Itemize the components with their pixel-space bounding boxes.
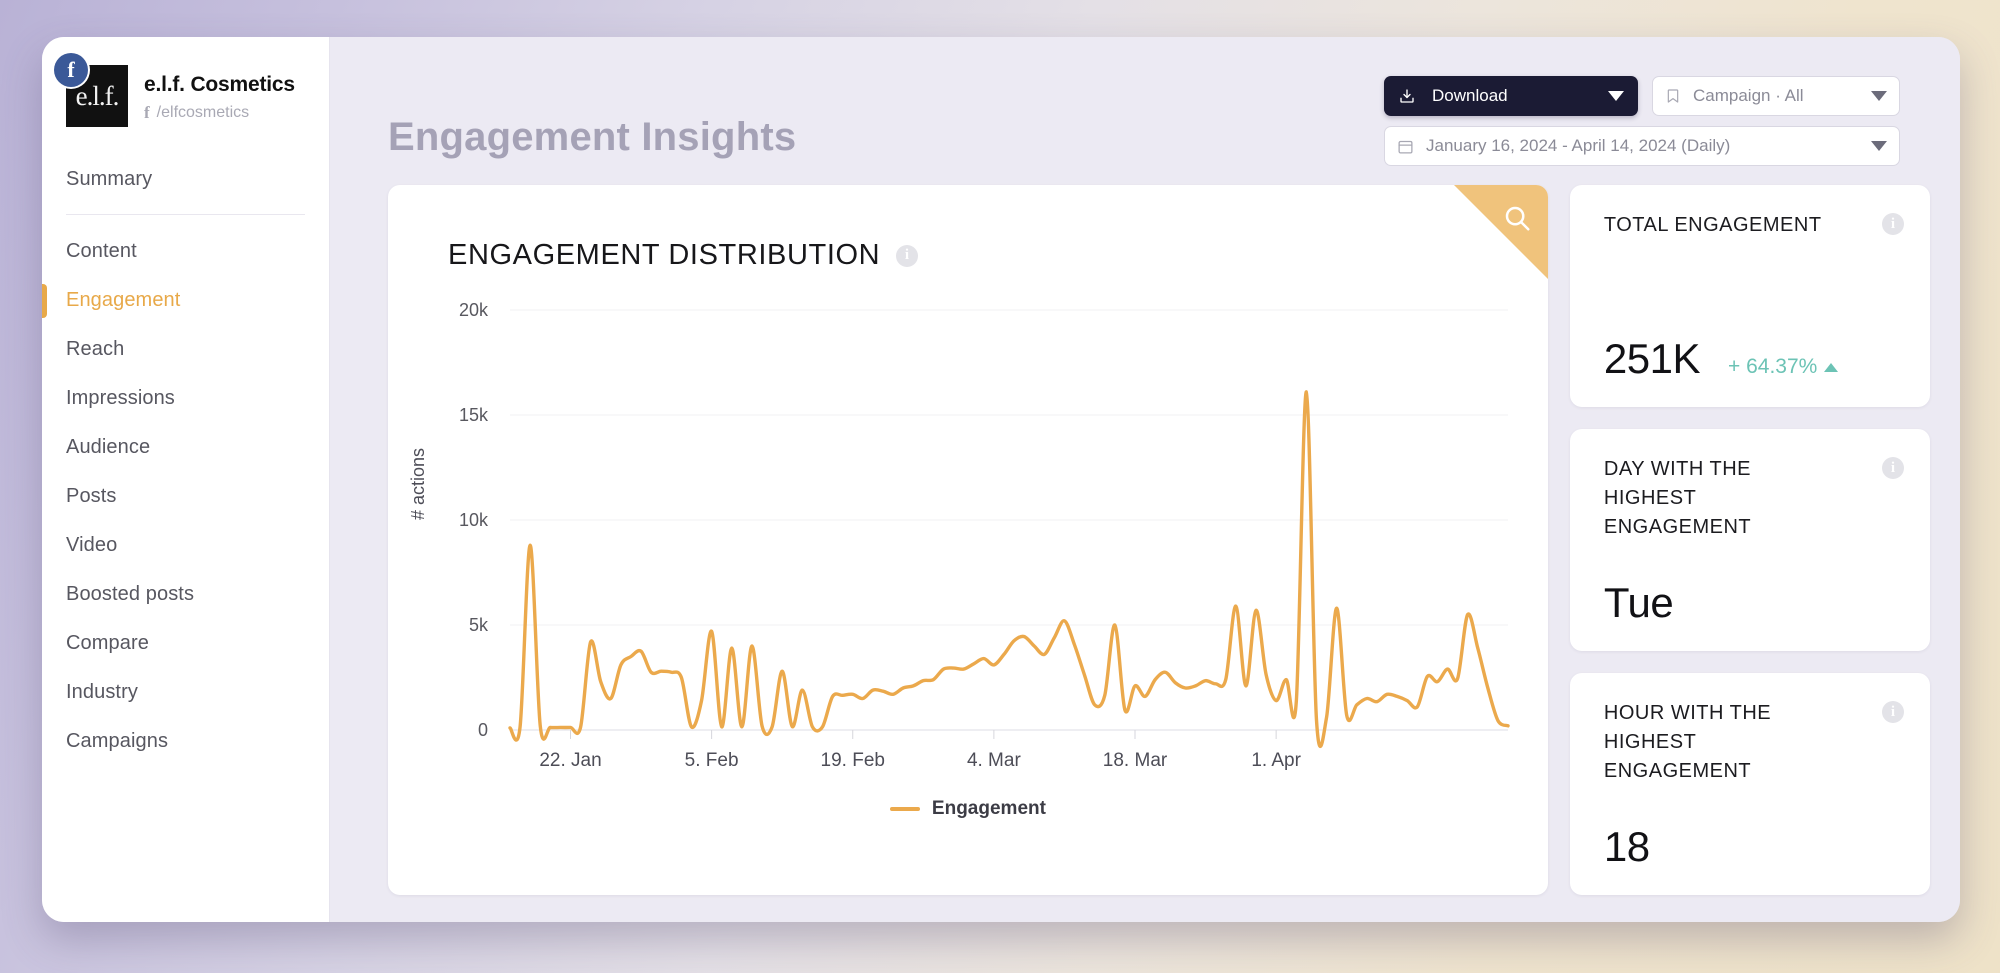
stat-value-row: Tue [1604,579,1902,627]
y-tick-label: 5k [469,615,489,635]
info-icon[interactable]: i [1882,701,1904,723]
stat-delta-text: + 64.37% [1727,355,1818,378]
series-line-engagement [508,390,1510,749]
brand-handle-text: /elfcosmetics [156,104,250,121]
stat-value: 251K [1603,335,1701,382]
chevron-down-icon[interactable] [1871,141,1887,151]
legend-swatch-engagement [889,807,920,811]
campaign-filter-select[interactable]: Campaign · All [1652,76,1900,116]
stat-value: Tue [1603,579,1674,626]
sidebar-item-posts[interactable]: Posts [42,472,329,521]
x-tick-label: 19. Feb [821,750,885,771]
stat-value: 18 [1603,823,1650,870]
legend-label-engagement: Engagement [931,798,1046,819]
stats-column: TOTAL ENGAGEMENT i 251K + 64.37% DAY WIT… [1569,185,1930,895]
sidebar-item-engagement[interactable]: Engagement [42,276,329,325]
stat-value-row: 18 [1604,823,1902,871]
stat-card-highest-hour: HOUR WITH THE HIGHEST ENGAGEMENT i 18 [1569,673,1930,895]
sidebar-item-boosted-posts[interactable]: Boosted posts [42,570,329,619]
info-icon[interactable]: i [1882,213,1904,235]
y-axis-title: # actions [408,447,428,520]
campaign-filter-label: Campaign · All [1693,86,1804,105]
stat-label: DAY WITH THE HIGHEST ENGAGEMENT [1603,458,1752,538]
x-tick-label: 18. Mar [1103,750,1168,771]
facebook-icon: f [144,103,150,122]
chart-plot-area: # actions 0 5k 10k 15k 20k 22. Jan 5. Feb 19. F… [388,288,1548,848]
facebook-badge-icon: f [54,53,88,87]
sidebar-item-content[interactable]: Content [42,227,329,276]
y-tick-label: 0 [478,720,488,740]
brand-block: f e.l.f. e.l.f. Cosmetics f /elfcosmetic… [42,37,329,127]
sidebar: f e.l.f. e.l.f. Cosmetics f /elfcosmetic… [42,37,330,922]
sidebar-item-industry[interactable]: Industry [42,668,329,717]
chevron-down-icon[interactable] [1871,91,1887,101]
calendar-icon [1397,138,1414,155]
download-button[interactable]: Download [1384,76,1638,116]
chevron-down-icon[interactable] [1608,91,1624,101]
sidebar-item-video[interactable]: Video [42,521,329,570]
brand-name: e.l.f. Cosmetics [144,73,295,96]
stat-value-row: 251K + 64.37% [1604,335,1902,383]
download-label: Download [1432,86,1508,105]
page-title: Engagement Insights [388,115,797,159]
app-window: f e.l.f. e.l.f. Cosmetics f /elfcosmetic… [42,37,1960,922]
x-tick-label: 4. Mar [967,750,1022,771]
stat-label: HOUR WITH THE HIGHEST ENGAGEMENT [1603,702,1772,782]
engagement-distribution-card: ENGAGEMENT DISTRIBUTION i # actions 0 5k 1… [388,185,1548,895]
date-range-label: January 16, 2024 - April 14, 2024 (Daily… [1426,136,1731,155]
corner-triangle [1453,185,1548,279]
chart-title: ENGAGEMENT DISTRIBUTION [448,239,881,271]
sidebar-nav: Summary Content Engagement Reach Impress… [42,155,329,766]
status-badge: + 64.37% [1727,355,1839,379]
brand-handle: f /elfcosmetics [144,103,295,123]
search-icon [1502,203,1532,233]
sidebar-item-campaigns[interactable]: Campaigns [42,717,329,766]
info-icon[interactable]: i [1882,457,1904,479]
brand-text: e.l.f. Cosmetics f /elfcosmetics [144,65,295,123]
download-icon [1398,87,1416,105]
sidebar-item-reach[interactable]: Reach [42,325,329,374]
content-grid: ENGAGEMENT DISTRIBUTION i # actions 0 5k 1… [330,185,1930,895]
y-tick-label: 10k [459,510,489,530]
sidebar-item-summary[interactable]: Summary [42,155,329,204]
info-icon[interactable]: i [896,244,919,267]
sidebar-item-compare[interactable]: Compare [42,619,329,668]
toolbar-row-date: January 16, 2024 - April 14, 2024 (Daily… [1384,126,1900,166]
y-tick-label: 15k [459,405,489,425]
sidebar-item-impressions[interactable]: Impressions [42,374,329,423]
topbar: Engagement Insights Download Campaign · … [330,37,1930,185]
date-range-select[interactable]: January 16, 2024 - April 14, 2024 (Daily… [1384,126,1900,166]
chart-search-corner-button[interactable] [1453,185,1548,279]
stat-card-total-engagement: TOTAL ENGAGEMENT i 251K + 64.37% [1569,185,1930,407]
y-tick-label: 20k [459,300,489,320]
arrow-up-icon [1824,362,1839,372]
stat-label: TOTAL ENGAGEMENT [1603,214,1822,236]
x-tick-label: 22. Jan [539,750,601,771]
x-tick-label: 1. Apr [1251,750,1301,771]
toolbar-row-primary: Download Campaign · All [1384,76,1900,116]
stat-card-highest-day: DAY WITH THE HIGHEST ENGAGEMENT i Tue [1569,429,1930,651]
chart-legend: Engagement [388,798,1548,820]
avatar: f e.l.f. [54,53,128,127]
toolbar: Download Campaign · All January 16, 2024… [1384,76,1900,166]
main-content: Engagement Insights Download Campaign · … [330,37,1960,922]
sidebar-item-audience[interactable]: Audience [42,423,329,472]
sidebar-divider [66,214,305,215]
engagement-line-chart: 0 5k 10k 15k 20k 22. Jan 5. Feb 19. Feb 4. Mar 18… [459,300,1510,771]
bookmark-icon [1665,87,1681,105]
x-tick-label: 5. Feb [685,750,739,771]
chart-title-row: ENGAGEMENT DISTRIBUTION i [388,185,1548,272]
